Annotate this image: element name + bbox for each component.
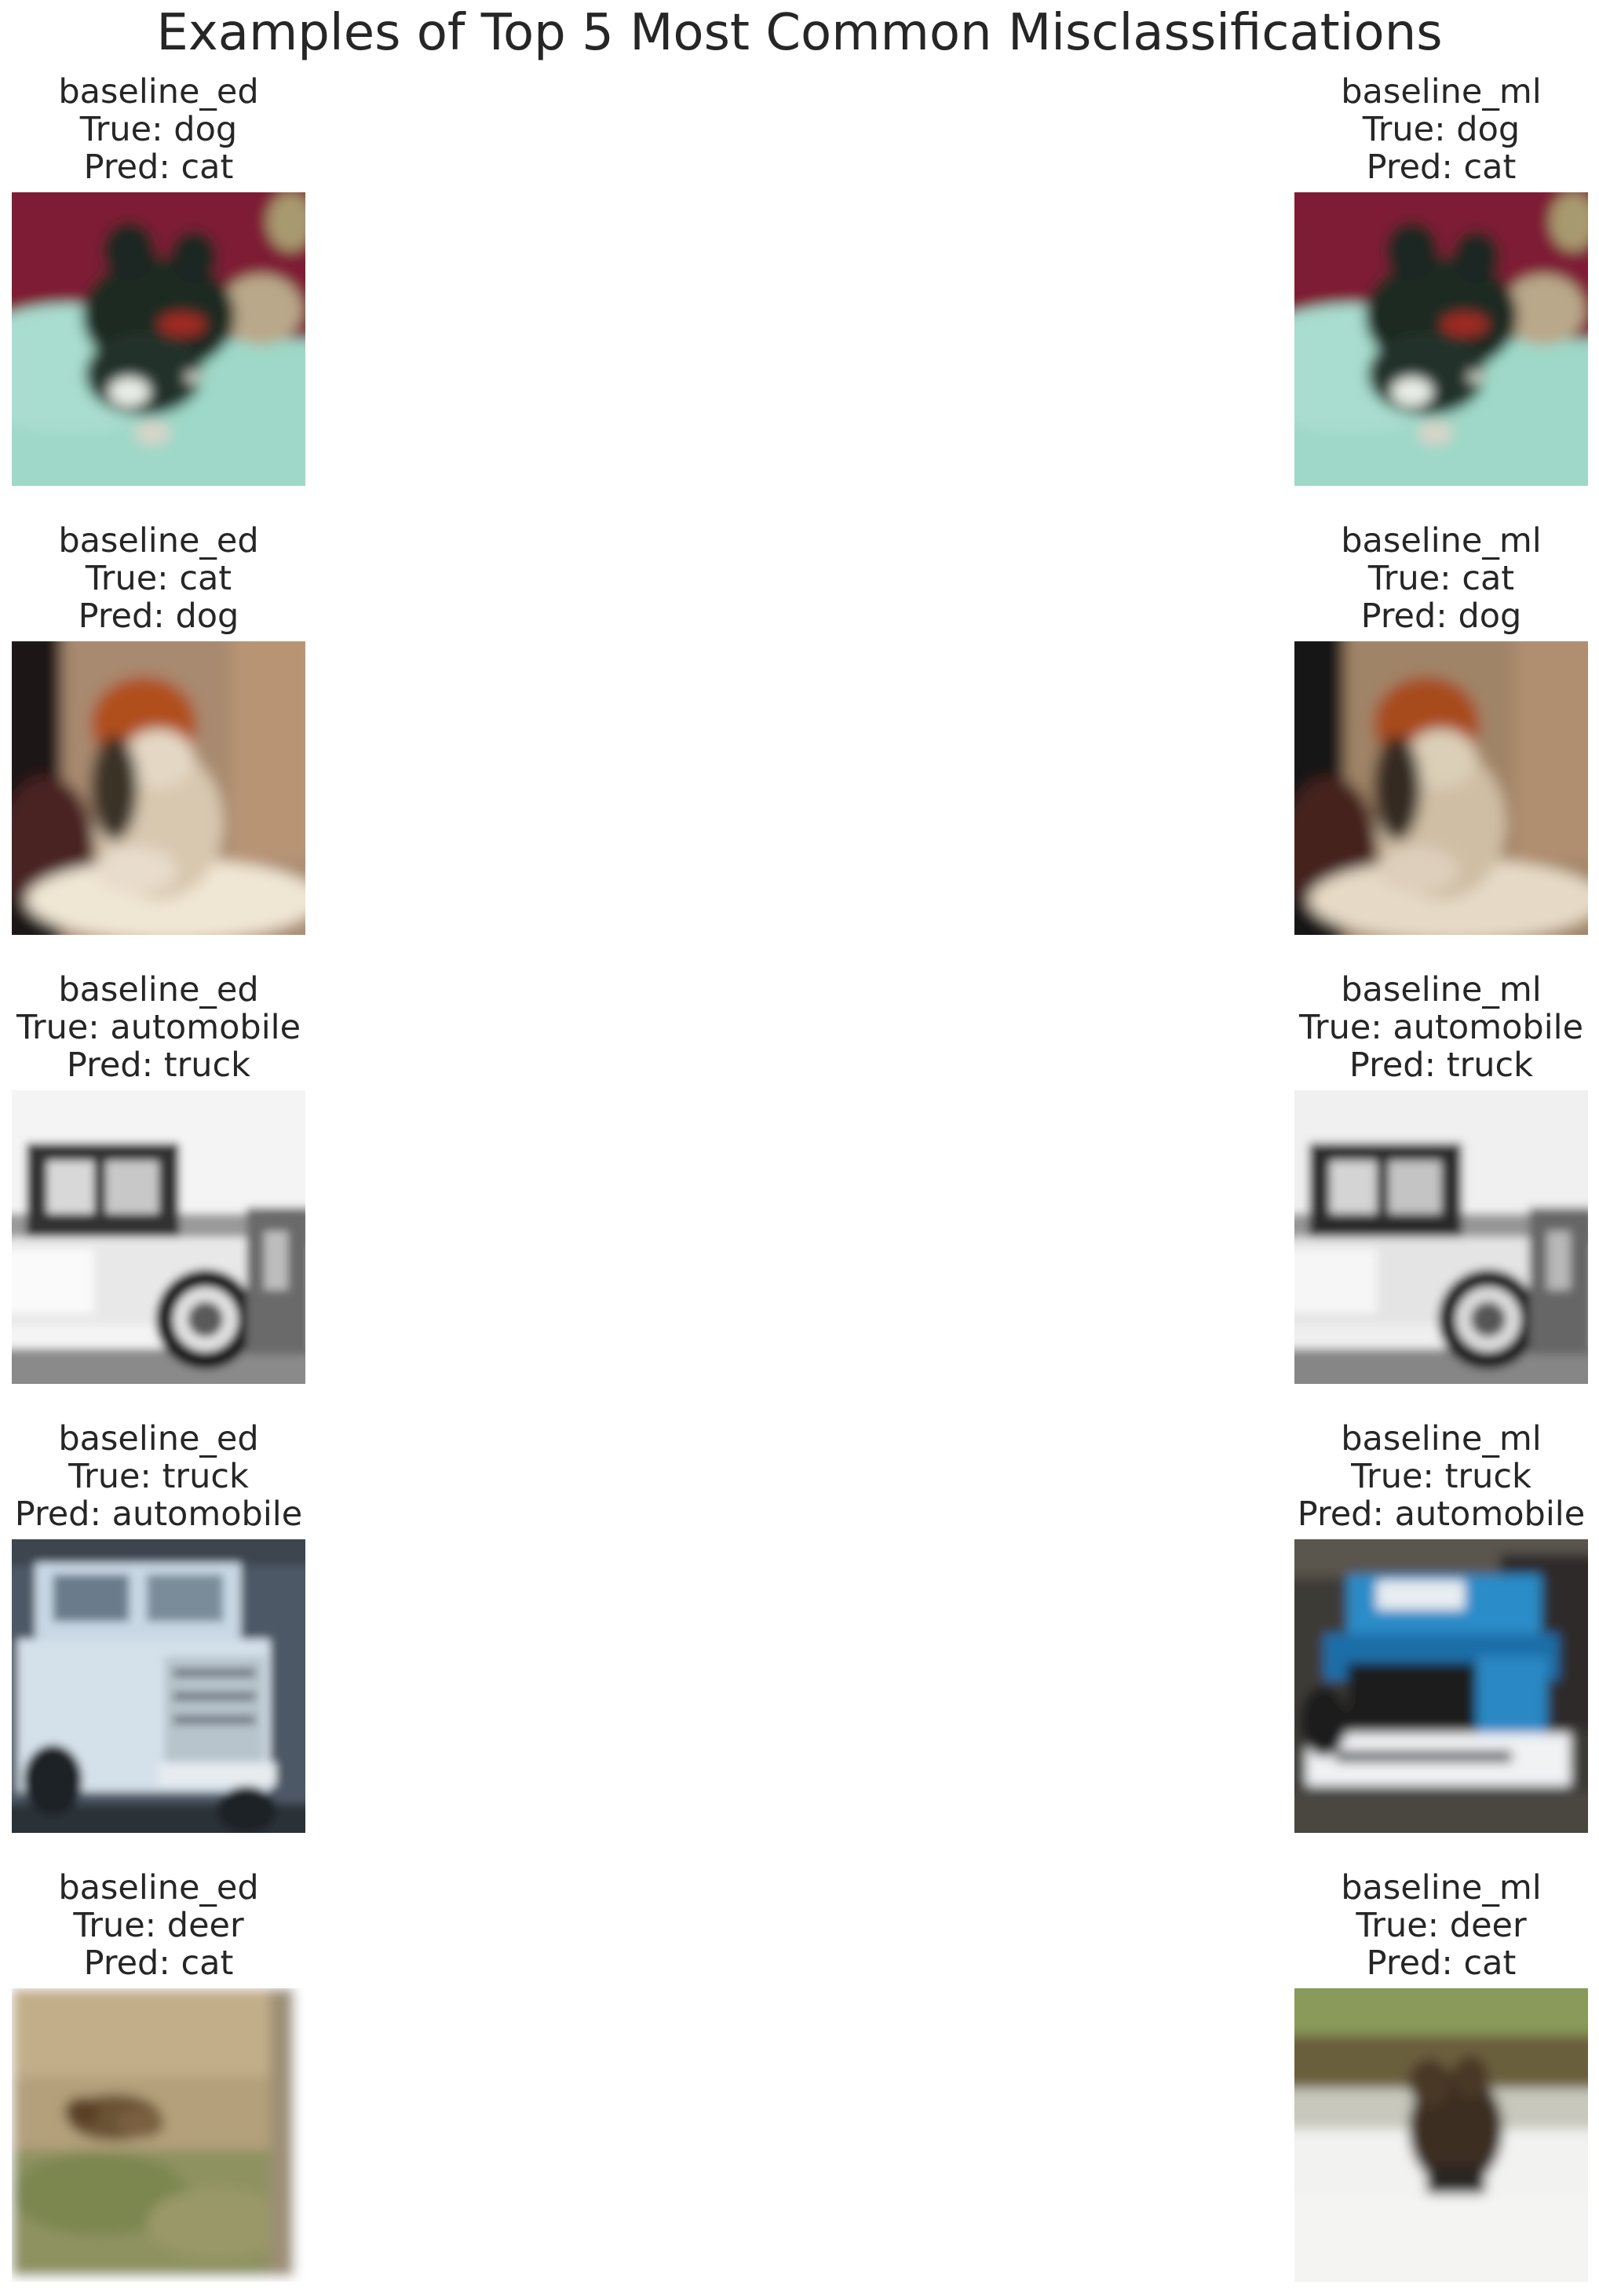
panel-title: baseline_ml True: truck Pred: automobile — [1200, 1420, 1599, 1533]
true-label: True: automobile — [1298, 1008, 1584, 1047]
pred-label: Pred: truck — [66, 1046, 251, 1085]
true-label: True: truck — [68, 1457, 249, 1496]
model-label: baseline_ed — [58, 970, 259, 1009]
true-label: True: deer — [73, 1906, 244, 1945]
panel-title: baseline_ed True: truck Pred: automobile — [0, 1420, 400, 1533]
model-label: baseline_ml — [1341, 1868, 1542, 1907]
pred-label: Pred: dog — [1360, 597, 1522, 636]
pred-label: Pred: automobile — [14, 1495, 303, 1534]
pred-label: Pred: cat — [1366, 148, 1517, 187]
panel-title: baseline_ml True: automobile Pred: truck — [1200, 971, 1599, 1084]
panel-title: baseline_ed True: deer Pred: cat — [0, 1869, 400, 1982]
dog-photo — [1294, 192, 1588, 486]
model-label: baseline_ed — [58, 1868, 259, 1907]
panel-title: baseline_ml True: cat Pred: dog — [1200, 522, 1599, 635]
true-label: True: dog — [79, 110, 238, 149]
model-label: baseline_ed — [58, 1419, 259, 1458]
model-label: baseline_ml — [1341, 72, 1542, 111]
model-label: baseline_ed — [58, 72, 259, 111]
vintage-car-photo — [12, 1090, 305, 1384]
pred-label: Pred: cat — [1366, 1944, 1517, 1983]
deer-in-grass-photo — [12, 1988, 305, 2282]
true-label: True: deer — [1356, 1906, 1527, 1945]
white-truck-photo — [12, 1539, 305, 1833]
true-label: True: truck — [1351, 1457, 1531, 1496]
model-label: baseline_ml — [1341, 970, 1542, 1009]
dog-photo — [12, 192, 305, 486]
pred-label: Pred: cat — [83, 148, 234, 187]
true-label: True: cat — [1367, 559, 1515, 598]
blue-truck-photo — [1294, 1539, 1588, 1833]
true-label: True: automobile — [16, 1008, 301, 1047]
pred-label: Pred: cat — [83, 1944, 234, 1983]
true-label: True: cat — [85, 559, 232, 598]
cat-photo — [1294, 641, 1588, 935]
panel-title: baseline_ml True: deer Pred: cat — [1200, 1869, 1599, 1982]
pred-label: Pred: truck — [1349, 1046, 1534, 1085]
figure-title: Examples of Top 5 Most Common Misclassif… — [156, 4, 1443, 62]
model-label: baseline_ml — [1341, 1419, 1542, 1458]
true-label: True: dog — [1362, 110, 1521, 149]
panel-title: baseline_ed True: dog Pred: cat — [0, 73, 400, 186]
pred-label: Pred: automobile — [1297, 1495, 1586, 1534]
vintage-car-photo — [1294, 1090, 1588, 1384]
pred-label: Pred: dog — [78, 597, 239, 636]
cat-photo — [12, 641, 305, 935]
panel-title: baseline_ed True: automobile Pred: truck — [0, 971, 400, 1084]
panel-title: baseline_ed True: cat Pred: dog — [0, 522, 400, 635]
model-label: baseline_ml — [1341, 521, 1542, 560]
deer-in-water-photo — [1294, 1988, 1588, 2282]
panel-title: baseline_ml True: dog Pred: cat — [1200, 73, 1599, 186]
model-label: baseline_ed — [58, 521, 259, 560]
